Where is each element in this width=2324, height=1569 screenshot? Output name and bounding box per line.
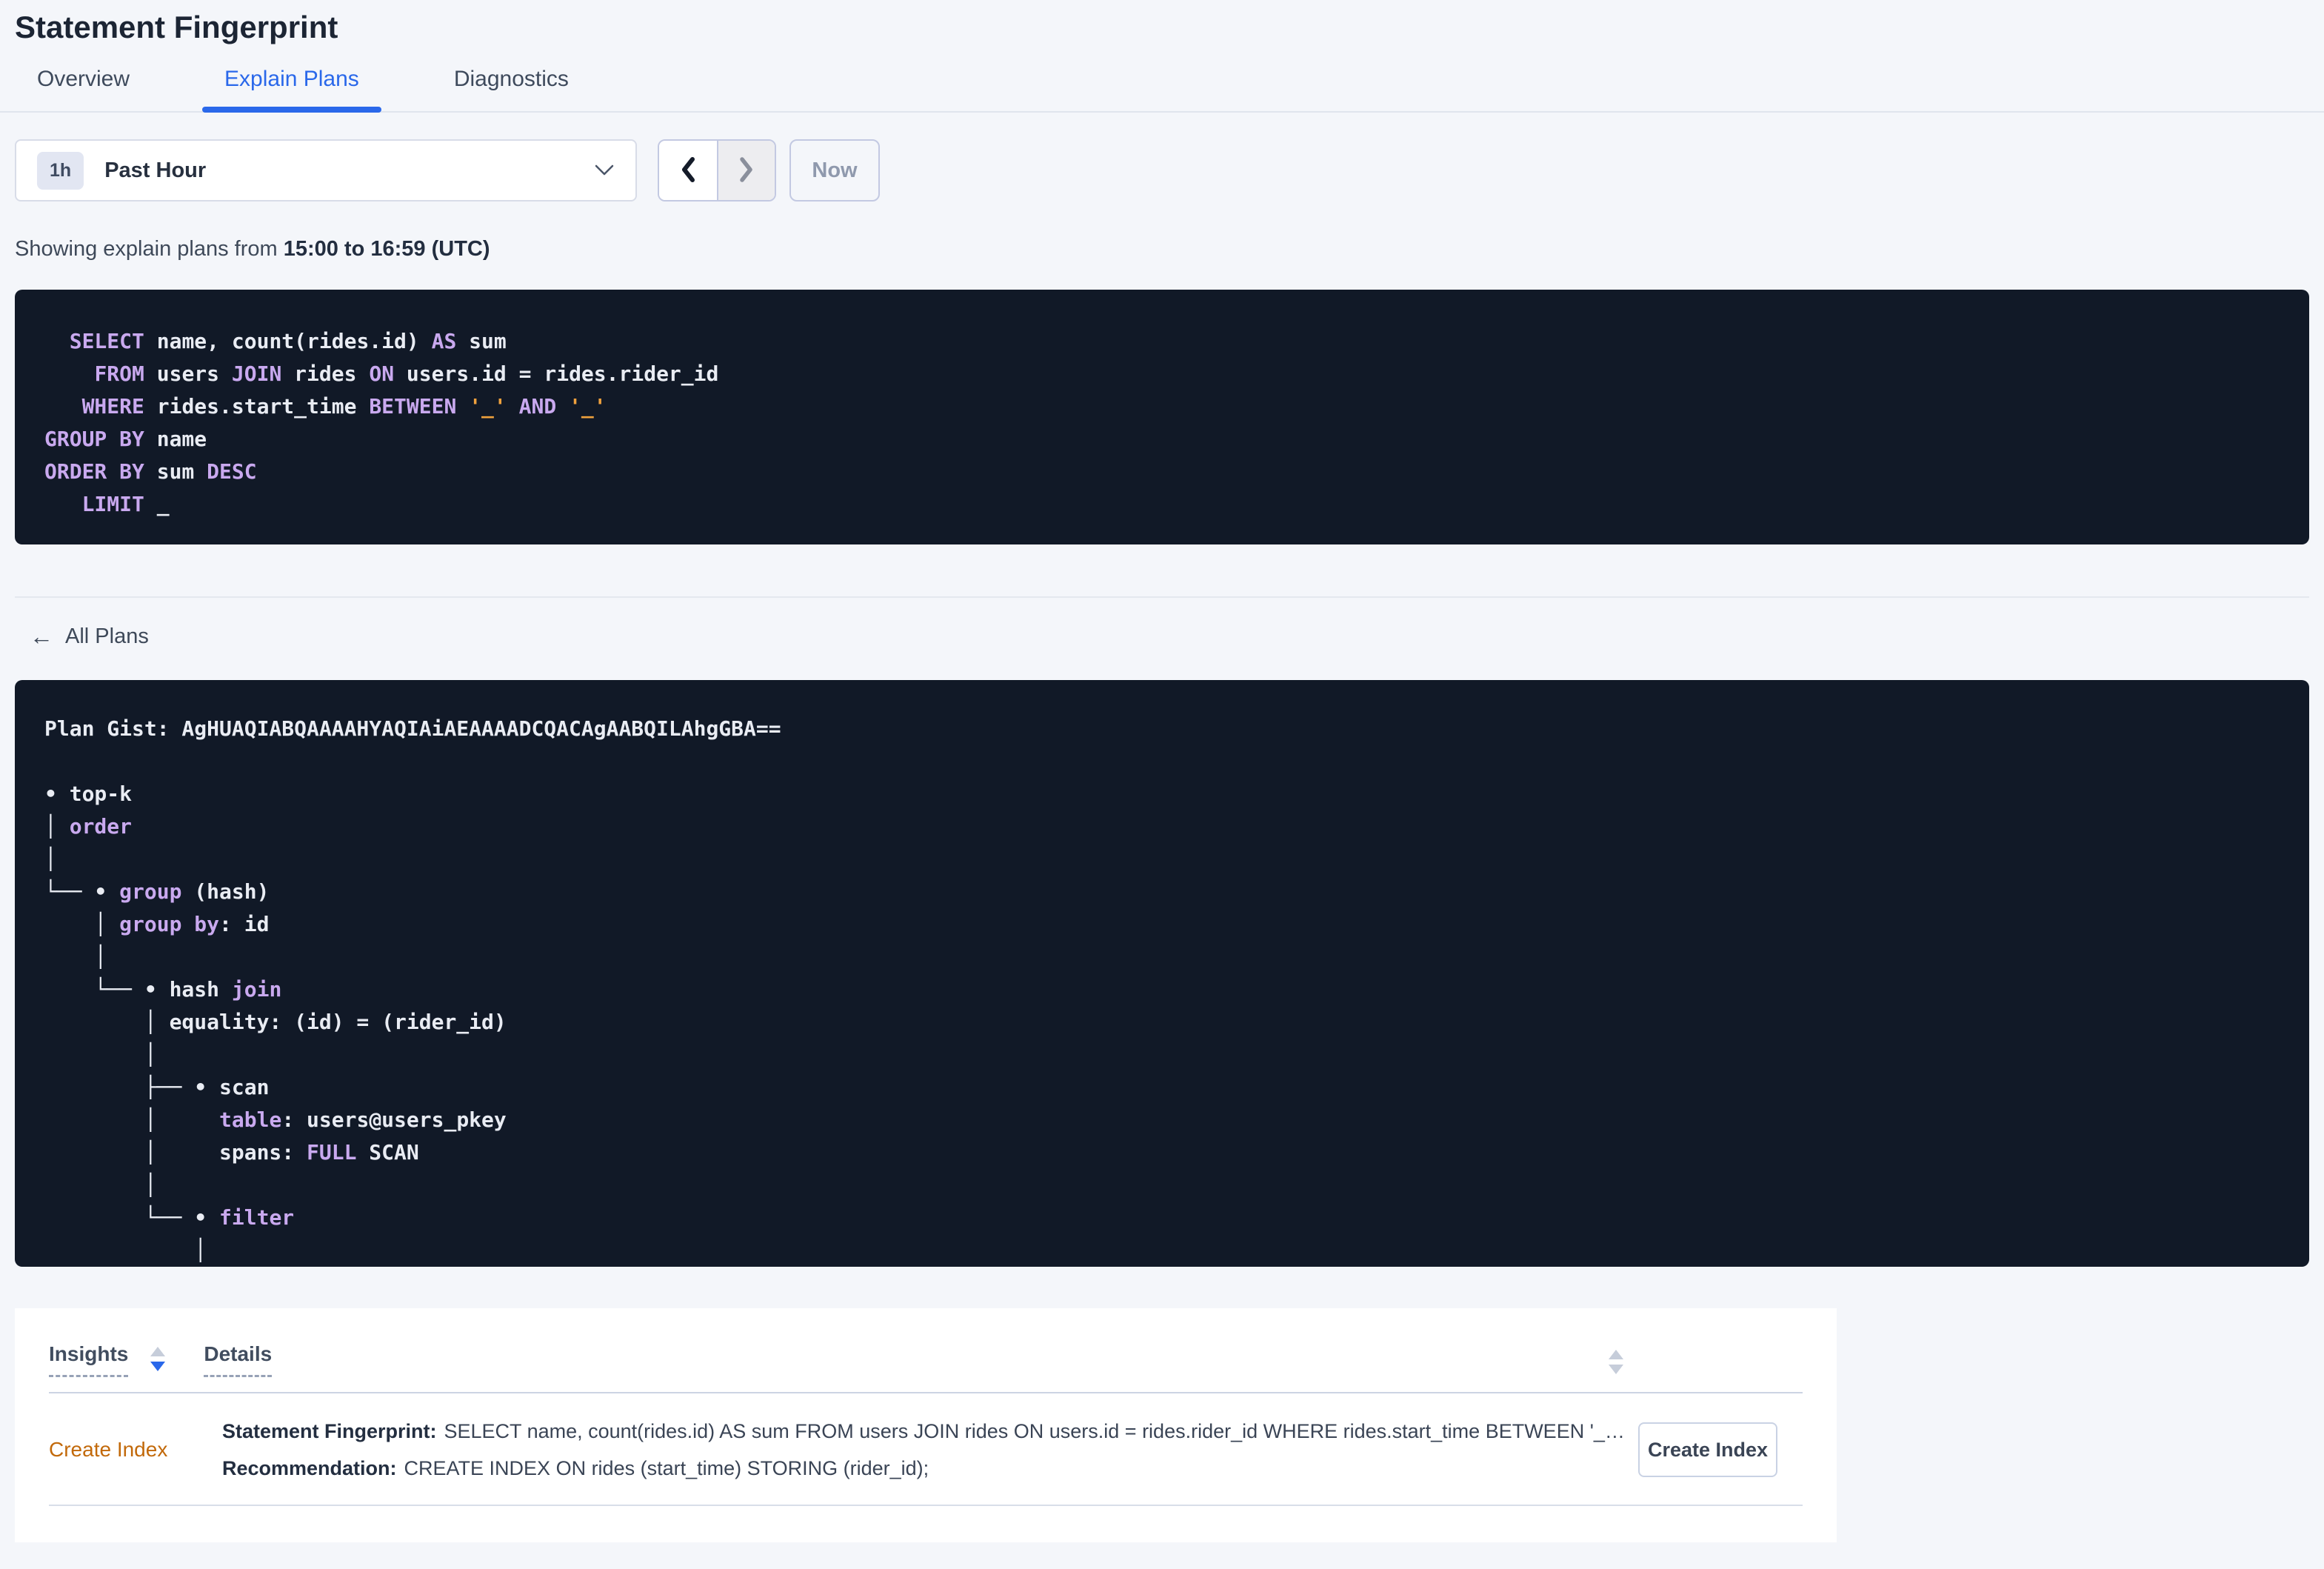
sort-asc-arrow <box>150 1347 166 1356</box>
plan-gist-box: Plan Gist: AgHUAQIABQAAAAHYAQIAiAEAAAADC… <box>15 680 2309 1267</box>
insight-type-cell: Create Index <box>49 1438 168 1461</box>
code-line: SELECT name, count(rides.id) AS sum <box>69 329 507 353</box>
chevron-left-icon <box>678 155 698 187</box>
next-time-button[interactable] <box>717 141 775 200</box>
sort-desc-arrow <box>1609 1365 1623 1374</box>
recommendation-value: CREATE INDEX ON rides (start_time) STORI… <box>404 1457 929 1479</box>
time-range-label: Past Hour <box>104 158 207 182</box>
details-cell: Statement Fingerprint: SELECT name, count… <box>222 1413 1629 1487</box>
recommendation-label: Recommendation: <box>222 1457 397 1479</box>
code-line: • top-k <box>44 782 133 806</box>
insights-table-header: Insights Details <box>15 1308 1837 1377</box>
insights-sort-icon[interactable] <box>150 1347 166 1371</box>
prev-time-button[interactable] <box>659 141 717 200</box>
section-divider <box>15 596 2309 598</box>
time-range-badge: 1h <box>37 151 84 190</box>
code-line: │ spans: FULL SCAN <box>44 1140 419 1165</box>
insights-table-card: Insights Details Create Index Statement … <box>15 1308 1837 1542</box>
code-line: └── • group (hash) <box>44 879 270 904</box>
sort-asc-arrow <box>1609 1350 1623 1359</box>
showing-range-value: 15:00 to 16:59 (UTC) <box>283 237 490 261</box>
code-line: │ <box>44 1238 207 1262</box>
table-row-divider <box>49 1505 1803 1506</box>
chevron-down-icon <box>594 164 615 176</box>
fingerprint-label: Statement Fingerprint: <box>222 1420 437 1442</box>
code-line: LIMIT _ <box>81 492 170 516</box>
code-line: ├── • scan <box>44 1075 270 1099</box>
details-sort-icon[interactable] <box>1609 1350 1623 1374</box>
code-line: WHERE rides.start_time BETWEEN '_' AND '… <box>81 394 607 419</box>
now-button[interactable]: Now <box>789 139 880 201</box>
column-header-details[interactable]: Details <box>204 1342 273 1377</box>
all-plans-label: All Plans <box>65 624 149 648</box>
time-controls: 1h Past Hour Now <box>15 139 2309 201</box>
code-line: │ <box>44 1042 157 1067</box>
code-line: │ group by: id <box>44 912 270 936</box>
page-title: Statement Fingerprint <box>15 10 338 44</box>
back-arrow-icon: ← <box>30 623 53 650</box>
code-line: ORDER BY sum DESC <box>44 459 257 484</box>
fingerprint-value: SELECT name, count(rides.id) AS sum FROM… <box>444 1420 1625 1442</box>
table-row: Create Index Statement Fingerprint: SELEC… <box>15 1393 1837 1487</box>
chevron-right-icon <box>737 155 756 187</box>
create-index-button[interactable]: Create Index <box>1638 1422 1777 1477</box>
tab-explain-plans[interactable]: Explain Plans <box>202 67 381 113</box>
showing-range-text: Showing explain plans from 15:00 to 16:5… <box>15 237 2309 262</box>
code-line: │ table: users@users_pkey <box>44 1107 507 1132</box>
code-line: │ <box>44 945 107 969</box>
sql-statement-box: SELECT name, count(rides.id) AS sum FROM… <box>15 290 2309 544</box>
code-line: │ equality: (id) = (rider_id) <box>44 1010 507 1034</box>
time-pager <box>658 139 776 201</box>
code-line: GROUP BY name <box>44 427 207 451</box>
code-line: │ order <box>44 814 133 839</box>
sort-desc-arrow <box>150 1362 166 1371</box>
code-line: FROM users JOIN rides ON users.id = ride… <box>94 362 719 386</box>
tab-overview[interactable]: Overview <box>15 67 152 111</box>
code-line: │ <box>44 847 57 871</box>
recommendation-line: Recommendation: CREATE INDEX ON rides (st… <box>222 1450 1629 1487</box>
showing-prefix: Showing explain plans from <box>15 237 284 261</box>
column-header-insights[interactable]: Insights <box>49 1342 129 1377</box>
tab-diagnostics[interactable]: Diagnostics <box>432 67 591 111</box>
fingerprint-line: Statement Fingerprint: SELECT name, count… <box>222 1413 1629 1450</box>
tab-bar: Overview Explain Plans Diagnostics <box>0 67 2324 113</box>
code-line: Plan Gist: AgHUAQIABQAAAAHYAQIAiAEAAAADC… <box>44 716 781 741</box>
code-line: │ <box>44 1173 157 1197</box>
time-range-dropdown[interactable]: 1h Past Hour <box>15 139 637 201</box>
code-line: └── • filter <box>44 1205 295 1230</box>
all-plans-link[interactable]: ← All Plans <box>15 623 149 650</box>
code-line: └── • hash join <box>44 977 282 1002</box>
